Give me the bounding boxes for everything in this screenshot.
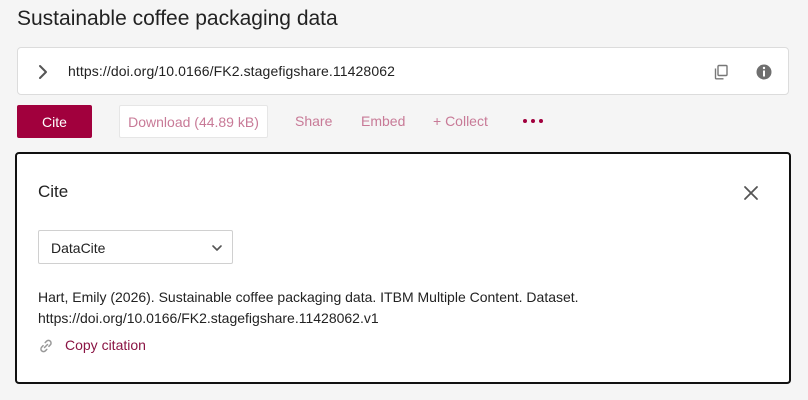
info-icon[interactable] — [755, 63, 773, 81]
close-icon[interactable] — [743, 185, 759, 201]
download-button[interactable]: Download (44.89 kB) — [119, 105, 268, 138]
copy-citation-label: Copy citation — [65, 337, 146, 353]
citation-style-select[interactable]: DataCite — [38, 230, 233, 264]
action-bar: Cite Download (44.89 kB) Share Embed + C… — [17, 105, 797, 138]
chevron-right-icon[interactable] — [36, 63, 50, 81]
page-title: Sustainable coffee packaging data — [17, 7, 338, 30]
share-button[interactable]: Share — [295, 113, 332, 129]
citation-doi: https://doi.org/10.0166/FK2.stagefigshar… — [38, 310, 379, 326]
copy-icon[interactable] — [712, 63, 730, 81]
cite-panel-title: Cite — [38, 182, 69, 201]
doi-bar: https://doi.org/10.0166/FK2.stagefigshar… — [17, 47, 789, 95]
collect-button[interactable]: + Collect — [433, 113, 488, 129]
citation-style-value: DataCite — [51, 240, 106, 256]
link-icon — [40, 339, 52, 353]
cite-button[interactable]: Cite — [17, 105, 92, 138]
embed-button[interactable]: Embed — [361, 113, 405, 129]
cite-panel: Cite DataCite Hart, Emily (2026). Sustai… — [15, 152, 791, 384]
page: Sustainable coffee packaging data https:… — [0, 0, 808, 400]
citation-text: Hart, Emily (2026). Sustainable coffee p… — [38, 287, 738, 329]
chevron-down-icon — [212, 245, 222, 251]
doi-link[interactable]: https://doi.org/10.0166/FK2.stagefigshar… — [68, 63, 395, 79]
citation-line: Hart, Emily (2026). Sustainable coffee p… — [38, 289, 579, 305]
more-horizontal-icon[interactable] — [522, 117, 544, 125]
